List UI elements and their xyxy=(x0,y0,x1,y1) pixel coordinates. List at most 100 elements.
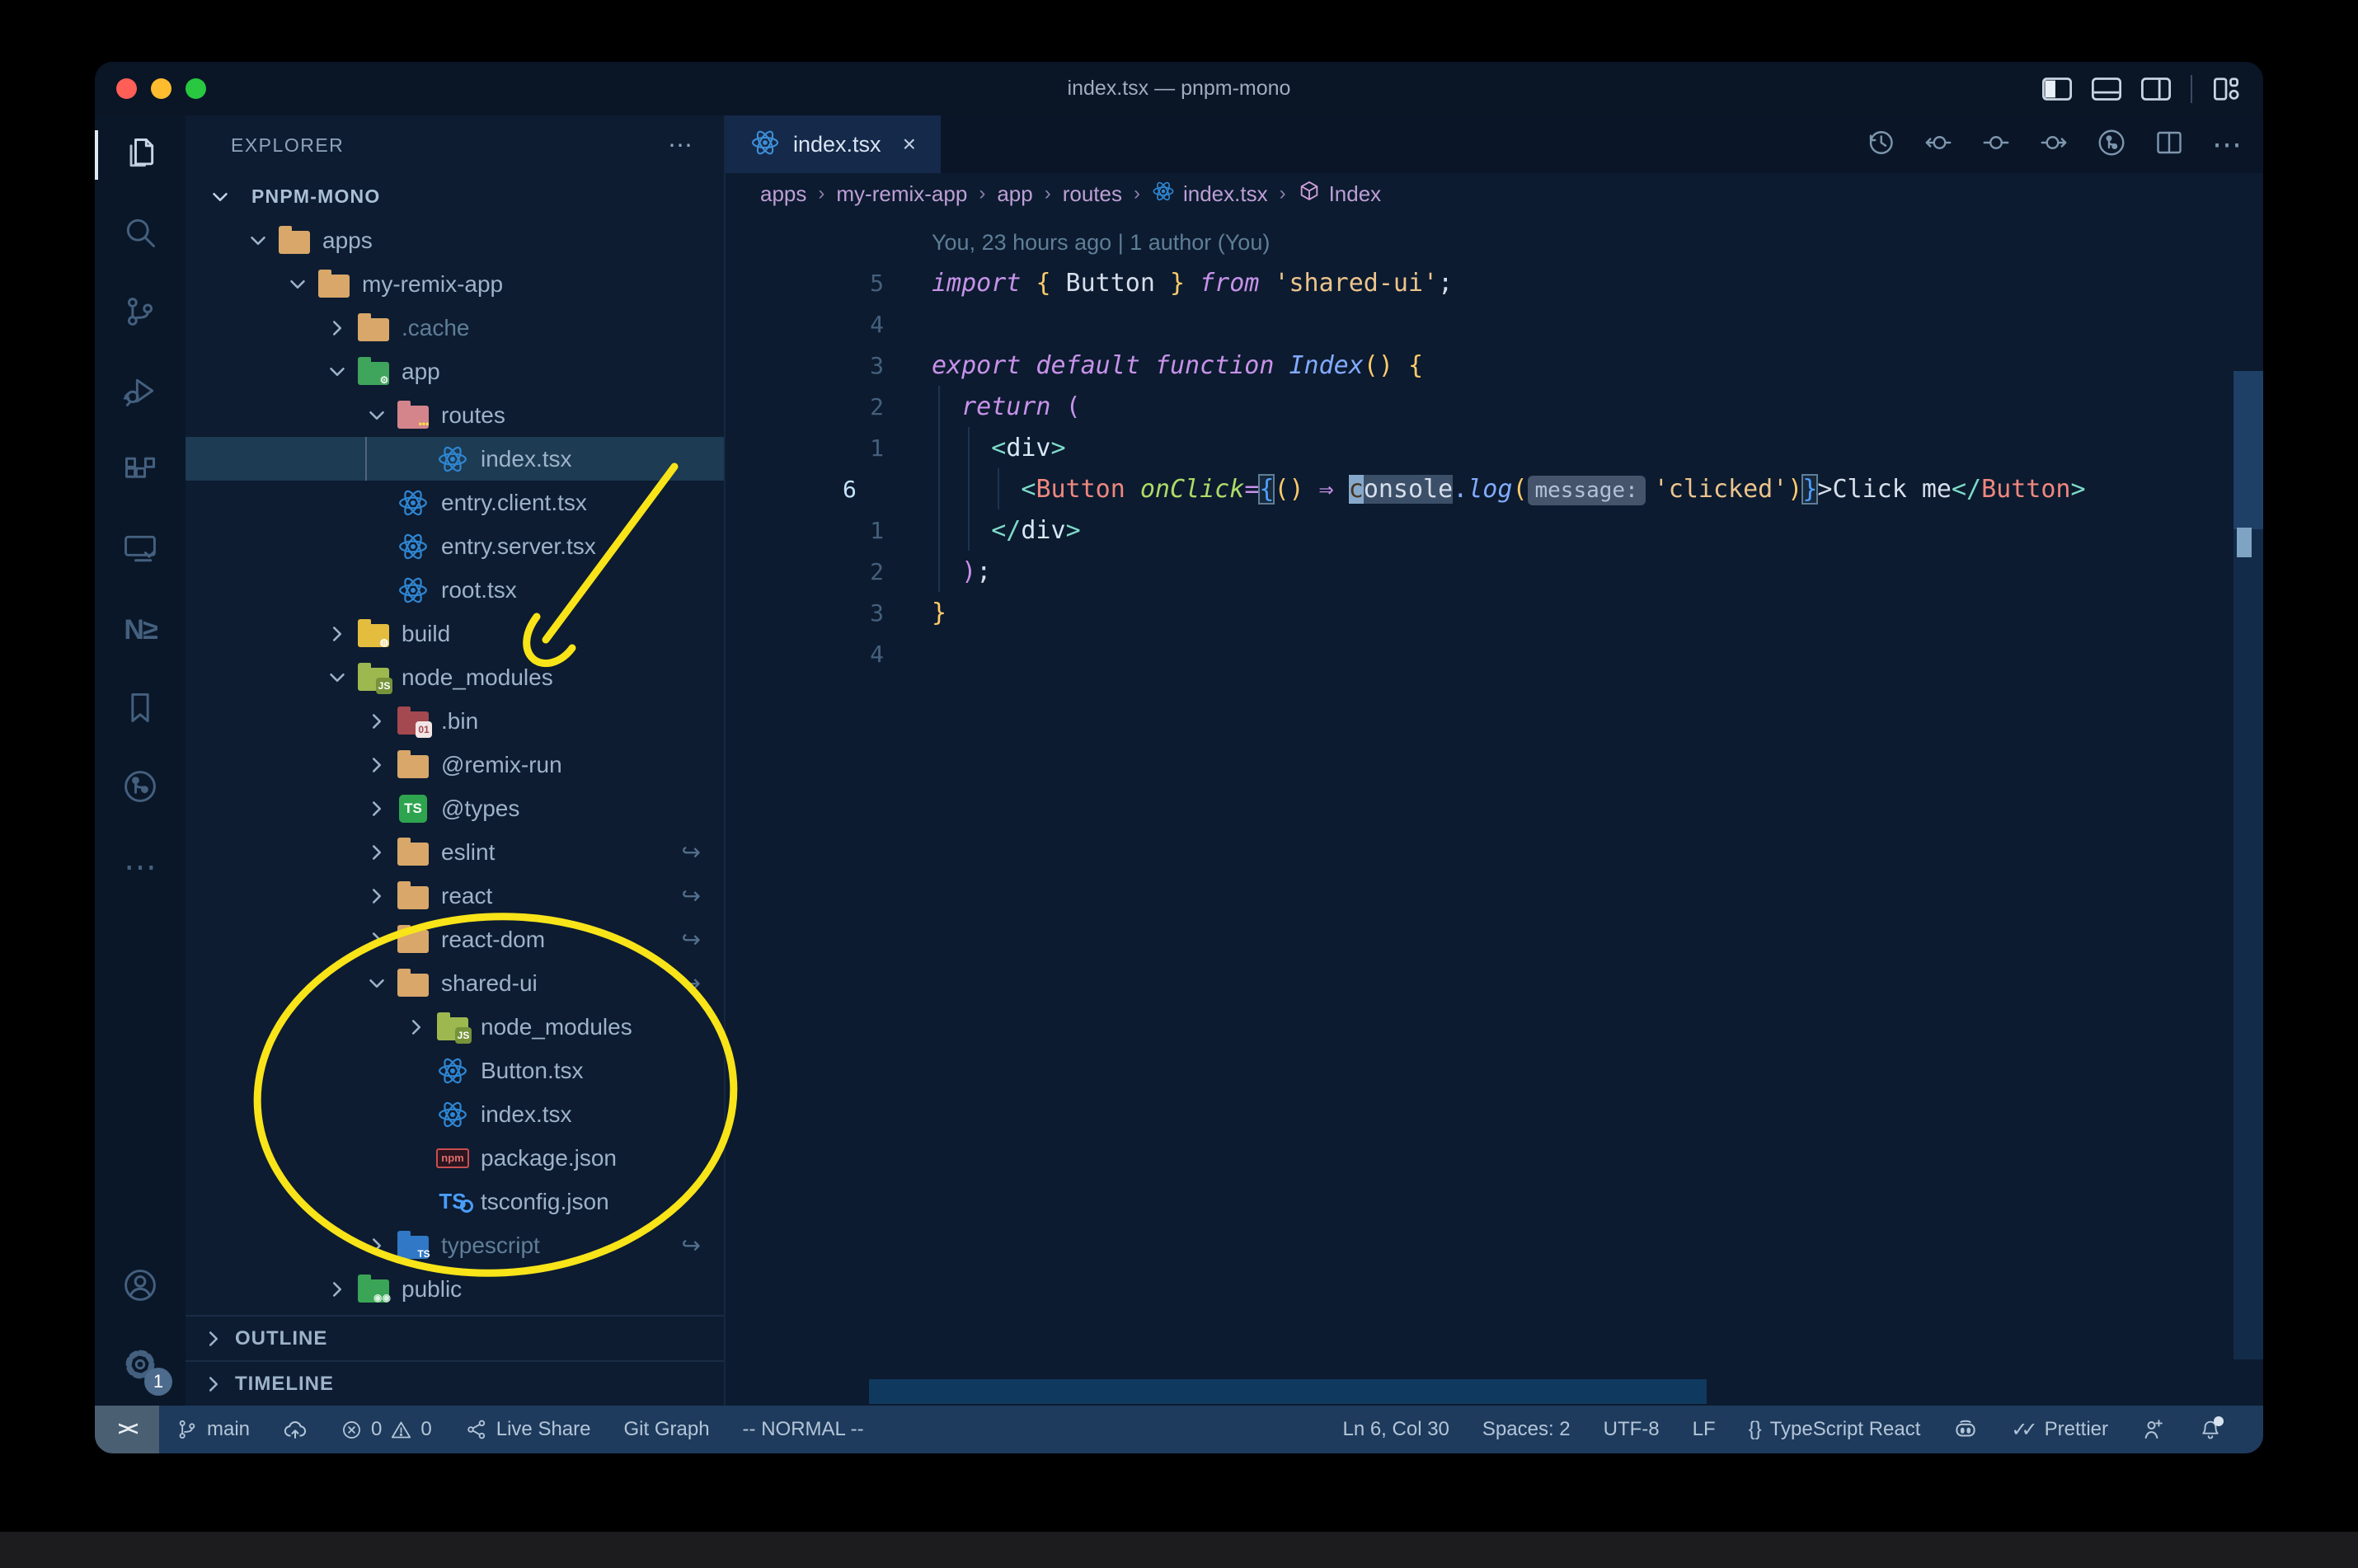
toggle-sidebar-icon[interactable] xyxy=(2042,77,2072,101)
code-line[interactable]: 2 ); xyxy=(726,551,2263,592)
tree-item-entry.server.tsx[interactable]: entry.server.tsx xyxy=(186,524,724,568)
tree-item-index.tsx[interactable]: index.tsx xyxy=(186,437,724,481)
tree-item-tsconfig.json[interactable]: TS tsconfig.json xyxy=(186,1180,724,1223)
code-line[interactable]: 2 return ( xyxy=(726,386,2263,427)
gitlens-heatmap-icon[interactable] xyxy=(1981,128,2011,162)
breadcrumb-item-index.tsx[interactable]: index.tsx xyxy=(1152,180,1268,209)
statusbar-encoding[interactable]: UTF-8 xyxy=(1587,1406,1676,1453)
code-line[interactable]: 5 import { Button } from 'shared-ui'; xyxy=(726,262,2263,303)
remote-indicator[interactable]: >< xyxy=(95,1406,159,1453)
split-editor-icon[interactable] xyxy=(2154,128,2184,162)
toggle-secondary-sidebar-icon[interactable] xyxy=(2141,77,2171,101)
tree-item-react-dom[interactable]: react-dom ↪ xyxy=(186,918,724,961)
activity-item-bookmarks[interactable] xyxy=(95,669,186,749)
statusbar-notifications[interactable] xyxy=(2182,1406,2238,1453)
section-outline[interactable]: OUTLINE xyxy=(186,1315,724,1360)
tree-item--types[interactable]: TS @types xyxy=(186,786,724,830)
activity-item-explorer[interactable] xyxy=(95,115,186,195)
activity-item-run-debug[interactable] xyxy=(95,353,186,432)
activity-item-git-graph[interactable] xyxy=(95,749,186,828)
tree-item-button.tsx[interactable]: Button.tsx xyxy=(186,1049,724,1092)
statusbar-sync[interactable] xyxy=(266,1406,324,1453)
git-graph-icon[interactable] xyxy=(2097,128,2126,162)
tree-item-apps[interactable]: apps xyxy=(186,218,724,262)
code-line[interactable]: 1 <div> xyxy=(726,427,2263,468)
gitlens-compare-next-icon[interactable] xyxy=(2039,128,2069,162)
close-tab-icon[interactable]: × xyxy=(903,131,916,157)
tree-item-.cache[interactable]: .cache xyxy=(186,306,724,350)
tan-icon xyxy=(397,749,430,782)
tan-icon xyxy=(278,224,311,257)
breadcrumb-item-index[interactable]: Index xyxy=(1298,180,1381,209)
code-line[interactable]: 3} xyxy=(726,592,2263,633)
statusbar-prettier[interactable]: ✓✓ Prettier xyxy=(1994,1406,2125,1453)
code-text: <Button onClick={() ⇒ console.log(messag… xyxy=(932,473,2086,505)
tree-item-my-remix-app[interactable]: my-remix-app xyxy=(186,262,724,306)
bin-icon: 01 xyxy=(397,705,432,738)
code-editor[interactable]: You, 23 hours ago | 1 author (You) 5 impor… xyxy=(726,214,2263,1406)
breadcrumb-item-app[interactable]: app xyxy=(997,181,1032,207)
breadcrumb-item-apps[interactable]: apps xyxy=(760,181,806,207)
tree-root-pnpm-mono[interactable]: PNPM-MONO xyxy=(186,175,724,218)
tree-item-node-modules[interactable]: JS node_modules xyxy=(186,1005,724,1049)
statusbar-language-mode[interactable]: {} TypeScript React xyxy=(1732,1406,1938,1453)
tree-item-node-modules[interactable]: JS node_modules xyxy=(186,655,724,699)
tree-item-eslint[interactable]: eslint ↪ xyxy=(186,830,724,874)
activity-item-accounts[interactable] xyxy=(95,1247,186,1326)
activity-item-nx-console[interactable]: N≥ xyxy=(95,590,186,669)
remote-explorer-icon xyxy=(122,531,158,571)
explorer-more-actions-icon[interactable]: ⋯ xyxy=(668,131,693,160)
activity-item-settings[interactable]: 1 xyxy=(95,1326,186,1406)
line-number: 2 xyxy=(870,557,884,585)
tan-icon xyxy=(397,967,430,1000)
toggle-panel-icon[interactable] xyxy=(2092,77,2121,101)
tree-item-.bin[interactable]: 01 .bin xyxy=(186,699,724,743)
statusbar-cursor-position[interactable]: Ln 6, Col 30 xyxy=(1326,1406,1465,1453)
statusbar-live-share[interactable]: Live Share xyxy=(449,1406,608,1453)
statusbar-problems[interactable]: 00 xyxy=(324,1406,449,1453)
tree-item-react[interactable]: react ↪ xyxy=(186,874,724,918)
activity-item-search[interactable] xyxy=(95,195,186,274)
tree-item-root.tsx[interactable]: root.tsx xyxy=(186,568,724,612)
tree-item-package.json[interactable]: npm package.json xyxy=(186,1136,724,1180)
layout-controls xyxy=(2042,74,2240,103)
gitlens-compare-prev-icon[interactable] xyxy=(1924,128,1953,162)
statusbar-indentation[interactable]: Spaces: 2 xyxy=(1466,1406,1587,1453)
tree-item-public[interactable]: ◉◉ public xyxy=(186,1267,724,1311)
activity-item-more-views[interactable]: ⋯ xyxy=(95,828,186,907)
code-line-current[interactable]: 6 <Button onClick={() ⇒ console.log(mess… xyxy=(726,468,2263,509)
breadcrumb-label: apps xyxy=(760,181,807,206)
statusbar-copilot[interactable] xyxy=(1937,1406,1994,1453)
tree-item-entry.client.tsx[interactable]: entry.client.tsx xyxy=(186,481,724,524)
tree-item--remix-run[interactable]: @remix-run xyxy=(186,743,724,786)
breadcrumb-item-my-remix-app[interactable]: my-remix-app xyxy=(836,181,967,207)
tree-item-app[interactable]: ⚙ app xyxy=(186,350,724,393)
tree-item-build[interactable]: ◍ build xyxy=(186,612,724,655)
more-actions-icon[interactable]: ⋯ xyxy=(2212,127,2242,162)
section-timeline[interactable]: TIMELINE xyxy=(186,1360,724,1406)
editor-horizontal-scrollbar[interactable] xyxy=(869,1379,1707,1404)
statusbar-eol[interactable]: LF xyxy=(1676,1406,1732,1453)
activity-item-extensions[interactable] xyxy=(95,432,186,511)
activity-item-source-control[interactable] xyxy=(95,274,186,353)
statusbar-feedback[interactable] xyxy=(2125,1406,2182,1453)
tree-item-index.tsx[interactable]: index.tsx xyxy=(186,1092,724,1136)
statusbar-git-graph[interactable]: Git Graph xyxy=(608,1406,726,1453)
activity-item-remote-explorer[interactable] xyxy=(95,511,186,590)
breadcrumb-item-routes[interactable]: routes xyxy=(1063,181,1122,207)
token: </ xyxy=(991,515,1022,545)
code-line[interactable]: 4 xyxy=(726,633,2263,674)
code-line[interactable]: 3 export default function Index() { xyxy=(726,345,2263,386)
tab-index-tsx[interactable]: index.tsx × xyxy=(726,115,941,173)
tree-item-shared-ui[interactable]: shared-ui ↪ xyxy=(186,961,724,1005)
code-line[interactable]: 4 xyxy=(726,303,2263,345)
statusbar-git-branch[interactable]: main xyxy=(159,1406,266,1453)
code-line[interactable]: 1 </div> xyxy=(726,509,2263,551)
tree-item-typescript[interactable]: TS typescript ↪ xyxy=(186,1223,724,1267)
statusbar-vim-mode[interactable]: -- NORMAL -- xyxy=(726,1406,881,1453)
tree-item-routes[interactable]: ••• routes xyxy=(186,393,724,437)
file-history-icon[interactable] xyxy=(1866,128,1895,162)
editor-vertical-scrollbar[interactable] xyxy=(2234,371,2263,1359)
customize-layout-icon[interactable] xyxy=(2212,77,2240,101)
vscroll-thumb[interactable] xyxy=(2234,371,2263,529)
